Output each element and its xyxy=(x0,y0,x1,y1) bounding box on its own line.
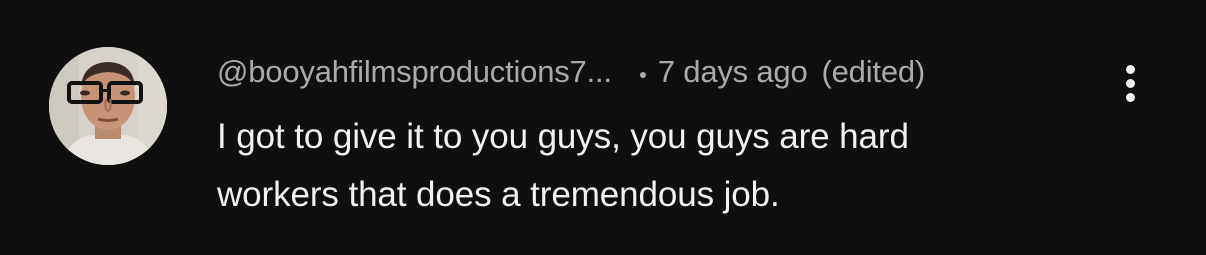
comment-meta: @booyahfilmsproductions7... 7 days ago (… xyxy=(217,50,925,94)
more-vertical-icon xyxy=(1125,64,1135,74)
more-options-button[interactable] xyxy=(1108,58,1152,108)
comment-text: I got to give it to you guys, you guys a… xyxy=(217,108,1117,224)
more-vertical-icon-dot-3 xyxy=(1125,92,1135,102)
separator-dot-icon xyxy=(639,72,646,78)
avatar-photo-icon xyxy=(49,47,167,165)
author-handle[interactable]: @booyahfilmsproductions7... xyxy=(217,54,612,90)
author-avatar[interactable] xyxy=(49,47,167,165)
comment-text-line-2: workers that does a tremendous job. xyxy=(217,175,780,214)
comment-text-line-1: I got to give it to you guys, you guys a… xyxy=(217,117,909,156)
edited-label: (edited) xyxy=(821,54,926,89)
more-vertical-icon-dot-2 xyxy=(1125,78,1135,88)
comment-item: @booyahfilmsproductions7... 7 days ago (… xyxy=(0,0,1206,255)
comment-timestamp[interactable]: 7 days ago xyxy=(658,54,808,90)
